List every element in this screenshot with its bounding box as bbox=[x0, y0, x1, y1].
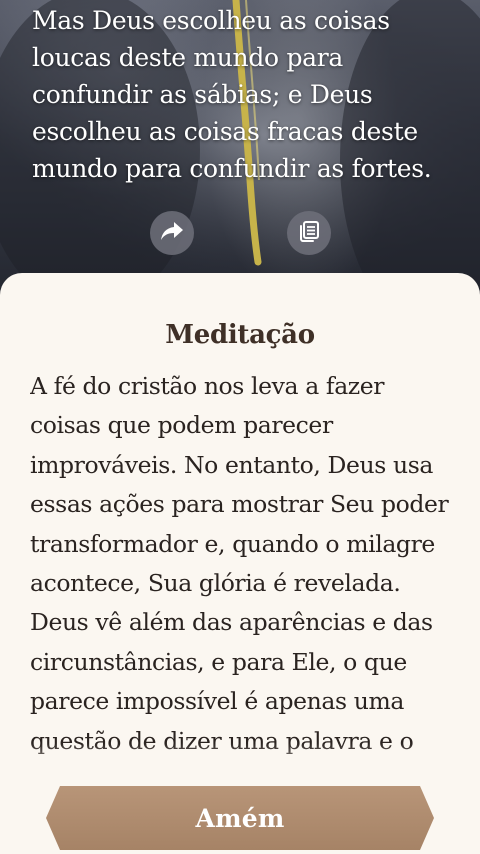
verse-hero: Mas Deus escolheu as coisas loucas deste… bbox=[0, 0, 480, 300]
copy-button[interactable] bbox=[287, 211, 331, 255]
copy-icon bbox=[297, 219, 321, 248]
verse-text: Mas Deus escolheu as coisas loucas deste… bbox=[32, 6, 432, 183]
meditation-text[interactable]: A fé do cristão nos leva a fazer coisas … bbox=[30, 367, 454, 759]
amen-button[interactable]: Amém bbox=[46, 786, 434, 850]
share-arrow-icon bbox=[160, 220, 184, 247]
meditation-title: Meditação bbox=[165, 320, 315, 350]
amen-button-label: Amém bbox=[195, 803, 285, 833]
share-button[interactable] bbox=[150, 211, 194, 255]
text-fade-overlay bbox=[0, 743, 480, 783]
devotional-screen: Mas Deus escolheu as coisas loucas deste… bbox=[0, 0, 480, 854]
meditation-sheet: Meditação A fé do cristão nos leva a faz… bbox=[0, 273, 480, 854]
